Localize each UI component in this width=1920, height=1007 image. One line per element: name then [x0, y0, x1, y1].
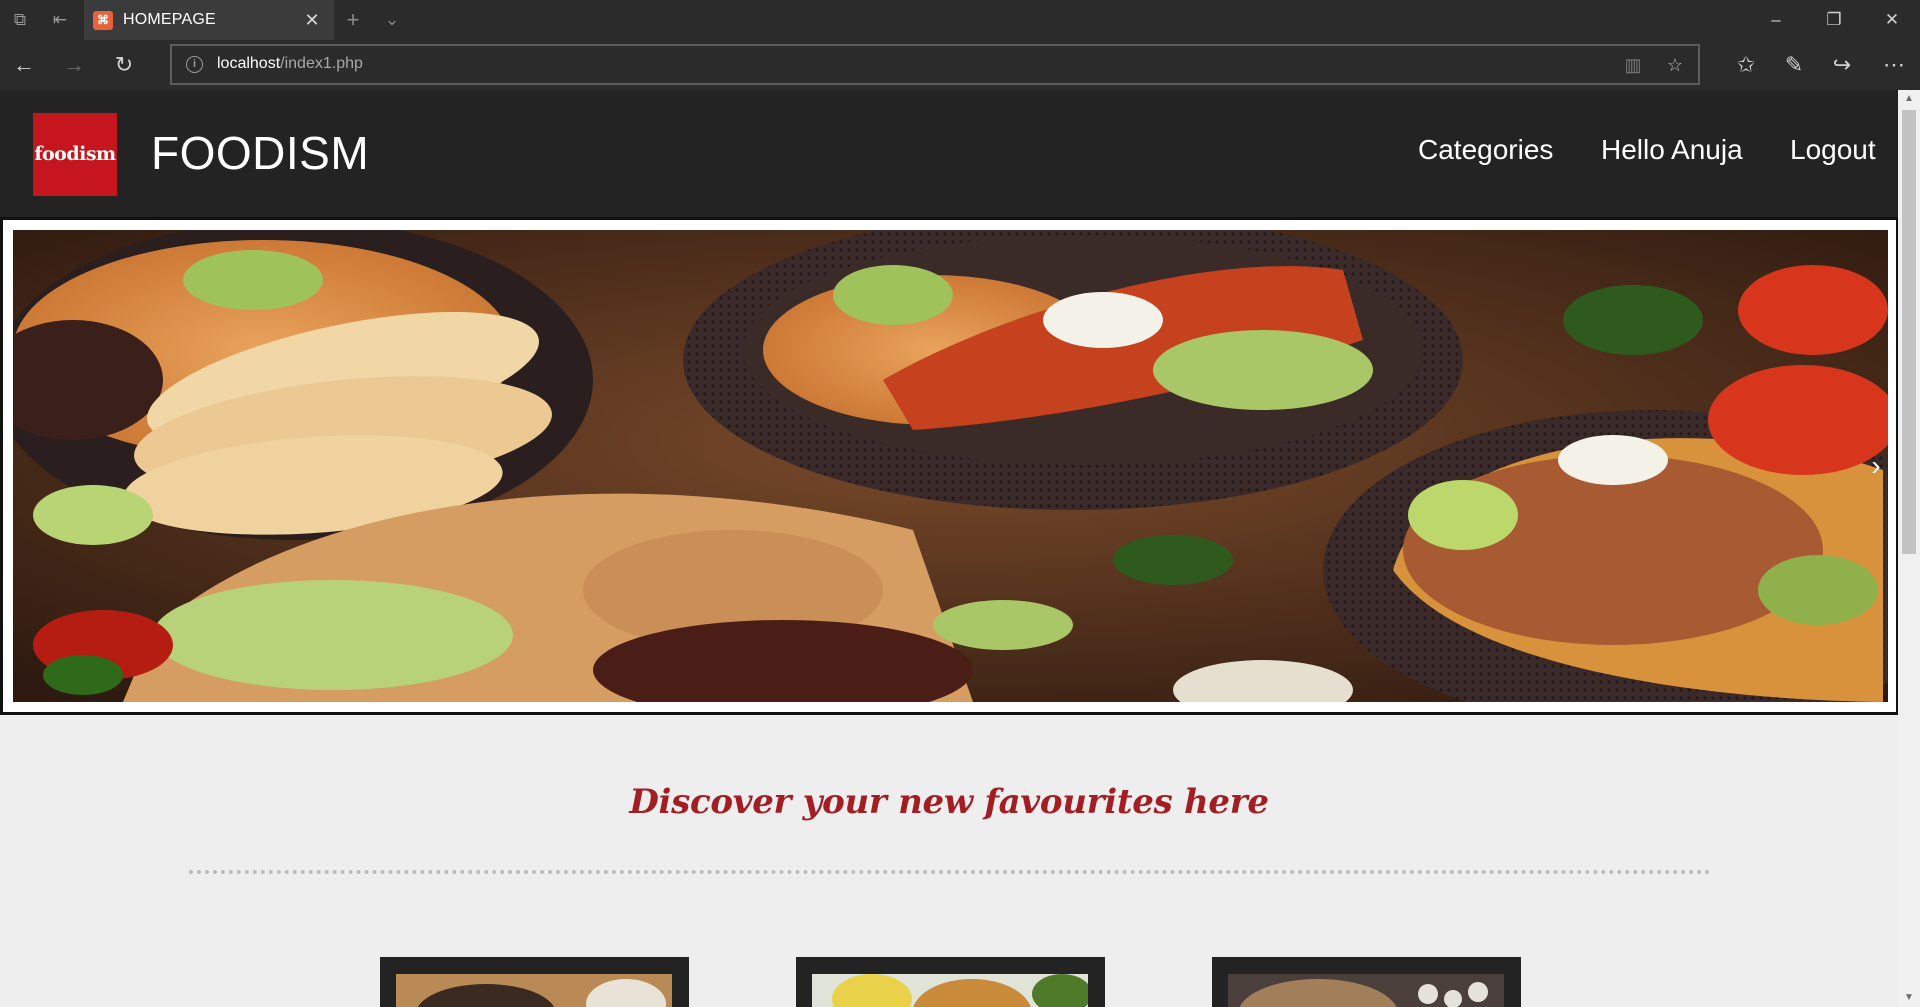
mexican-food-illustration	[13, 230, 1888, 702]
share-icon[interactable]: ↪	[1826, 49, 1858, 81]
dotted-divider	[189, 870, 1711, 874]
category-card-image	[396, 974, 672, 1007]
xampp-favicon-icon: ⌘	[93, 11, 113, 30]
hero-slider: ›	[0, 217, 1898, 715]
tabs-aside-icon[interactable]: ⧉	[8, 8, 32, 32]
tab-title: HOMEPAGE	[123, 11, 216, 28]
category-card[interactable]	[1212, 957, 1521, 1007]
hero-slide-image	[13, 230, 1888, 702]
forward-icon[interactable]: →	[58, 49, 90, 81]
page-viewport: foodism FOODISM Categories Hello Anuja L…	[0, 90, 1898, 1007]
scroll-thumb[interactable]	[1902, 110, 1916, 554]
browser-navbar: ← → ↻ i localhost/index1.php ▥ ☆ ✩ ✎ ↪ ⋯	[0, 40, 1920, 90]
new-tab-icon[interactable]: +	[341, 8, 365, 32]
site-logo[interactable]: foodism	[33, 113, 117, 196]
minimize-icon[interactable]: –	[1748, 0, 1804, 40]
section-tagline: Discover your new favourites here	[629, 782, 1269, 822]
page-scrollbar[interactable]: ▲ ▼	[1898, 90, 1920, 1007]
scroll-down-icon[interactable]: ▼	[1898, 989, 1920, 1007]
browser-tab[interactable]: ⌘ HOMEPAGE ✕	[84, 0, 334, 40]
reading-view-icon[interactable]: ▥	[1620, 52, 1646, 78]
url-host: localhost	[217, 55, 281, 72]
favorite-star-icon[interactable]: ☆	[1662, 52, 1688, 78]
category-card[interactable]	[796, 957, 1105, 1007]
back-icon[interactable]: ←	[8, 49, 40, 81]
nav-categories-link[interactable]: Categories	[1418, 134, 1553, 166]
tab-preview-icon[interactable]: ⌄	[380, 8, 404, 32]
info-icon[interactable]: i	[186, 56, 203, 73]
url-text[interactable]: localhost/index1.php	[217, 55, 363, 73]
category-card-image	[812, 974, 1088, 1007]
restore-icon[interactable]: ❐	[1806, 0, 1862, 40]
url-path: /index1.php	[280, 55, 363, 72]
nav-logout-link[interactable]: Logout	[1790, 134, 1876, 166]
more-icon[interactable]: ⋯	[1878, 49, 1910, 81]
tab-close-icon[interactable]: ✕	[300, 8, 324, 32]
browser-tab-bar: ⧉ ⇤ ⌘ HOMEPAGE ✕ + ⌄ – ❐ ✕	[0, 0, 1920, 40]
web-note-icon[interactable]: ✎	[1778, 49, 1810, 81]
slider-next-button[interactable]: ›	[1865, 451, 1887, 481]
scroll-up-icon[interactable]: ▲	[1898, 90, 1920, 108]
address-bar[interactable]: i localhost/index1.php ▥ ☆	[170, 44, 1700, 85]
category-card-image	[1228, 974, 1504, 1007]
site-brand[interactable]: FOODISM	[151, 126, 369, 180]
set-aside-icon[interactable]: ⇤	[48, 8, 72, 32]
nav-user-greeting[interactable]: Hello Anuja	[1601, 134, 1743, 166]
refresh-icon[interactable]: ↻	[108, 49, 140, 81]
favorites-hub-icon[interactable]: ✩	[1730, 49, 1762, 81]
close-icon[interactable]: ✕	[1864, 0, 1920, 40]
site-header: foodism FOODISM Categories Hello Anuja L…	[0, 90, 1898, 217]
category-card[interactable]	[380, 957, 689, 1007]
